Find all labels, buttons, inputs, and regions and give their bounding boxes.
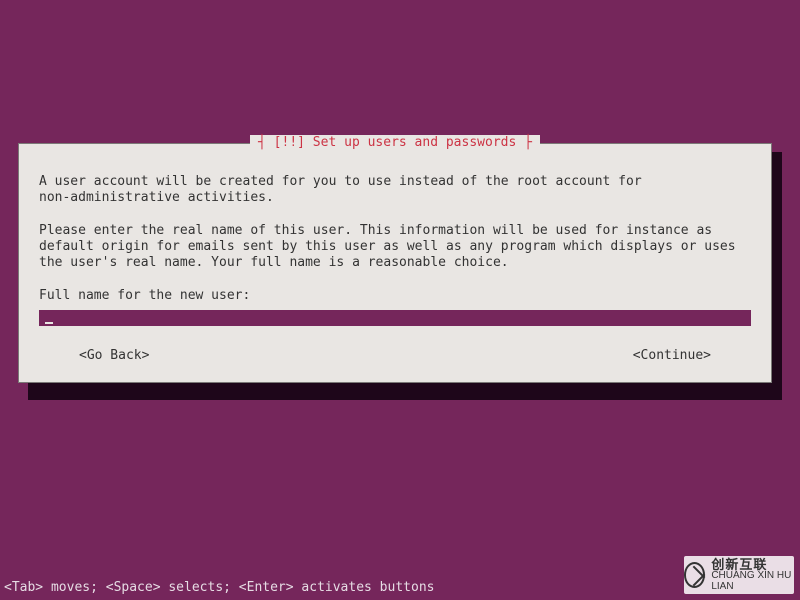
dialog-title: ┤ [!!] Set up users and passwords ├ — [250, 135, 540, 151]
dialog-description: A user account will be created for you t… — [39, 174, 751, 304]
go-back-button[interactable]: <Go Back> — [79, 348, 149, 364]
watermark-en: CHUANG XIN HU LIAN — [711, 571, 794, 592]
dialog-title-bar: ┤ [!!] Set up users and passwords ├ — [19, 135, 771, 151]
text-cursor — [45, 322, 53, 324]
watermark-cn: 创新互联 — [711, 558, 794, 572]
watermark-text: 创新互联 CHUANG XIN HU LIAN — [711, 558, 794, 593]
full-name-input[interactable] — [39, 310, 751, 326]
continue-button[interactable]: <Continue> — [633, 348, 711, 364]
dialog-buttons: <Go Back> <Continue> — [39, 348, 751, 364]
title-decor-right: ├ — [516, 135, 532, 150]
footer-hint: <Tab> moves; <Space> selects; <Enter> ac… — [4, 580, 434, 596]
title-decor-left: ┤ — [258, 135, 274, 150]
installer-dialog: ┤ [!!] Set up users and passwords ├ A us… — [18, 143, 772, 383]
title-text: [!!] Set up users and passwords — [274, 135, 517, 150]
watermark: 创新互联 CHUANG XIN HU LIAN — [684, 556, 794, 594]
watermark-logo-icon — [684, 562, 705, 588]
